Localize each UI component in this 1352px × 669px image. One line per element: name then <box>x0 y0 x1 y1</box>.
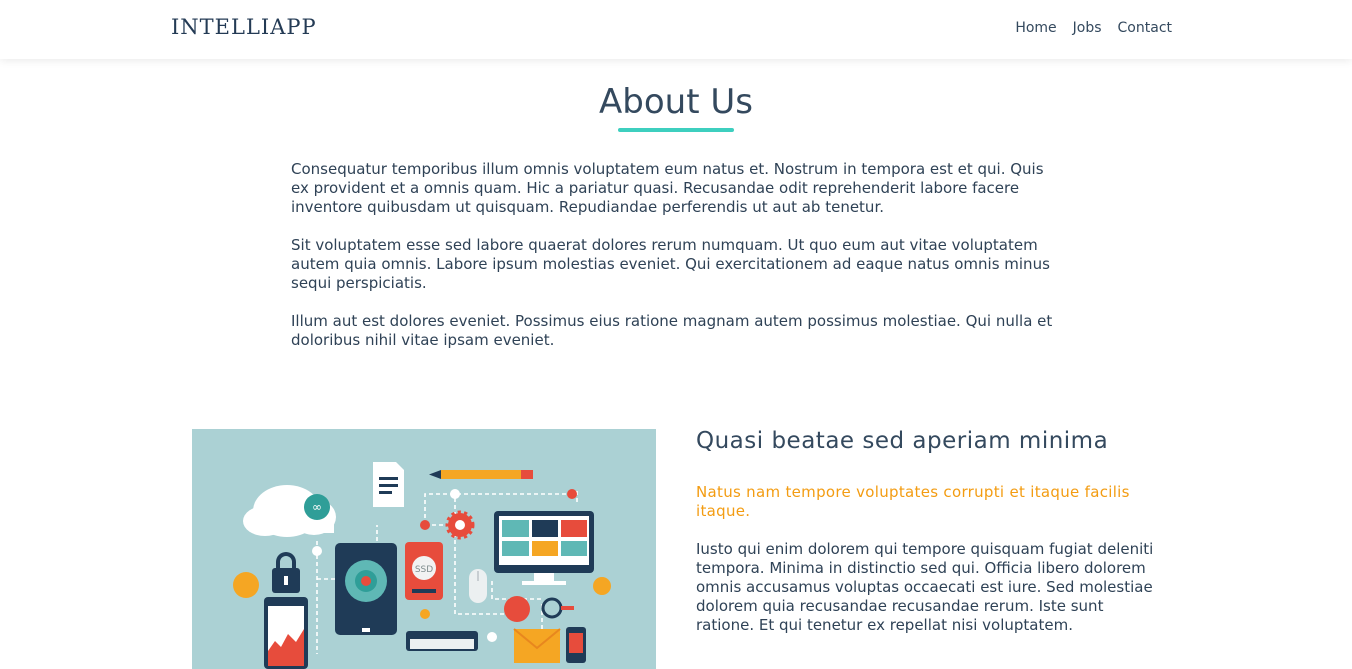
nav-link-home[interactable]: Home <box>1015 20 1056 36</box>
decor-dot <box>420 520 430 530</box>
title-underline <box>618 128 734 132</box>
svg-text:∞: ∞ <box>312 500 322 514</box>
ssd-icon: SSD <box>405 542 443 600</box>
about-paragraph-1: Consequatur temporibus illum omnis volup… <box>291 160 1044 216</box>
brand-logo[interactable]: INTELLIAPP <box>171 15 317 39</box>
feature-subtitle: Natus nam tempore voluptates corrupti et… <box>696 483 1130 520</box>
lock-icon <box>272 552 300 593</box>
decor-dot <box>233 572 259 598</box>
cloud-icon: ∞ <box>243 485 336 537</box>
nav-links: Home Jobs Contact <box>1015 20 1172 36</box>
nav-link-jobs[interactable]: Jobs <box>1073 20 1102 36</box>
about-paragraph-2: Sit voluptatem esse sed labore quaerat d… <box>291 236 1050 292</box>
feature-section: Quasi beatae sed aperiam minima Natus na… <box>696 428 1156 635</box>
feature-illustration: ∞ SSD <box>192 429 656 669</box>
decor-dot <box>567 489 577 499</box>
magnifier-icon <box>541 597 574 619</box>
decor-dot <box>504 596 530 622</box>
decor-dot <box>450 489 460 499</box>
tablet-icon <box>264 597 308 669</box>
navbar: INTELLIAPP Home Jobs Contact <box>0 0 1352 59</box>
about-text: Consequatur temporibus illum omnis volup… <box>291 160 1061 369</box>
about-paragraph-3: Illum aut est dolores eveniet. Possimus … <box>291 312 1053 349</box>
hard-drive-icon <box>335 543 397 635</box>
svg-text:SSD: SSD <box>415 565 433 575</box>
decor-dot <box>420 609 430 619</box>
nav-link-contact[interactable]: Contact <box>1118 20 1172 36</box>
tech-illustration: ∞ SSD <box>233 462 611 669</box>
mouse-icon <box>469 569 487 603</box>
decor-dot <box>593 577 611 595</box>
decor-dot <box>312 546 322 556</box>
document-icon <box>373 462 404 507</box>
gear-icon <box>445 510 475 540</box>
about-title: About Us <box>599 82 753 122</box>
monitor-icon <box>494 511 594 585</box>
feature-title: Quasi beatae sed aperiam minima <box>696 428 1109 454</box>
decor-dot <box>487 632 497 642</box>
pencil-icon <box>429 470 533 479</box>
envelope-icon <box>513 628 561 663</box>
feature-body: Iusto qui enim dolorem qui tempore quisq… <box>696 540 1154 634</box>
